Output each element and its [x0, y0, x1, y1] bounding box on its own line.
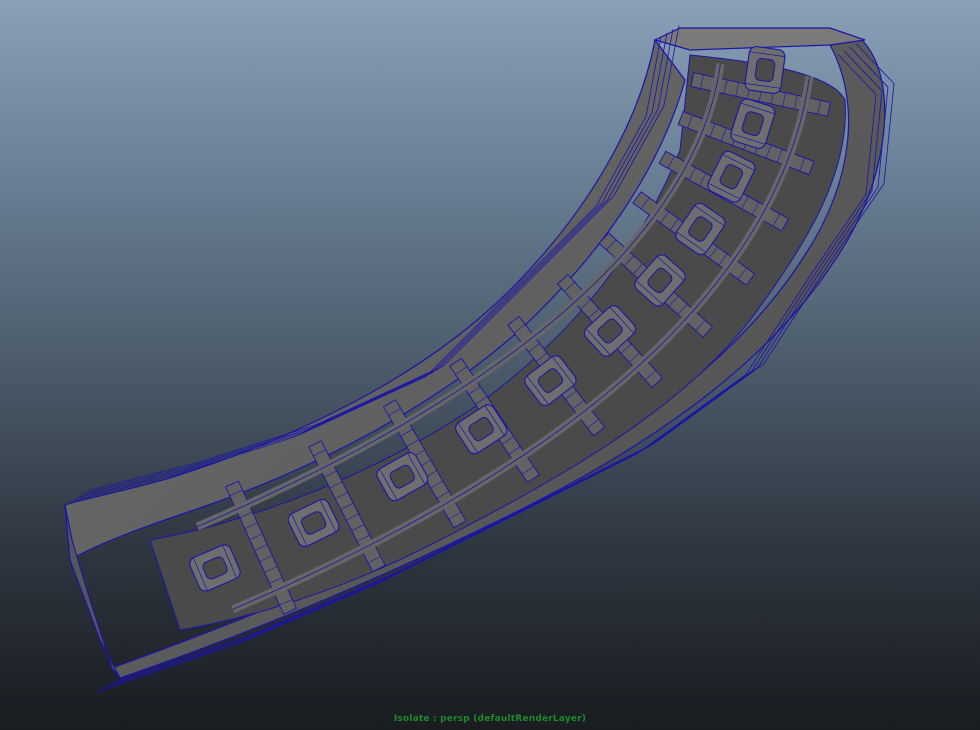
spine-link: [744, 46, 786, 94]
mesh-model[interactable]: [0, 0, 980, 730]
perspective-viewport[interactable]: Isolate : persp (defaultRenderLayer): [0, 0, 980, 730]
camera-label: Isolate : persp (defaultRenderLayer): [393, 714, 587, 724]
